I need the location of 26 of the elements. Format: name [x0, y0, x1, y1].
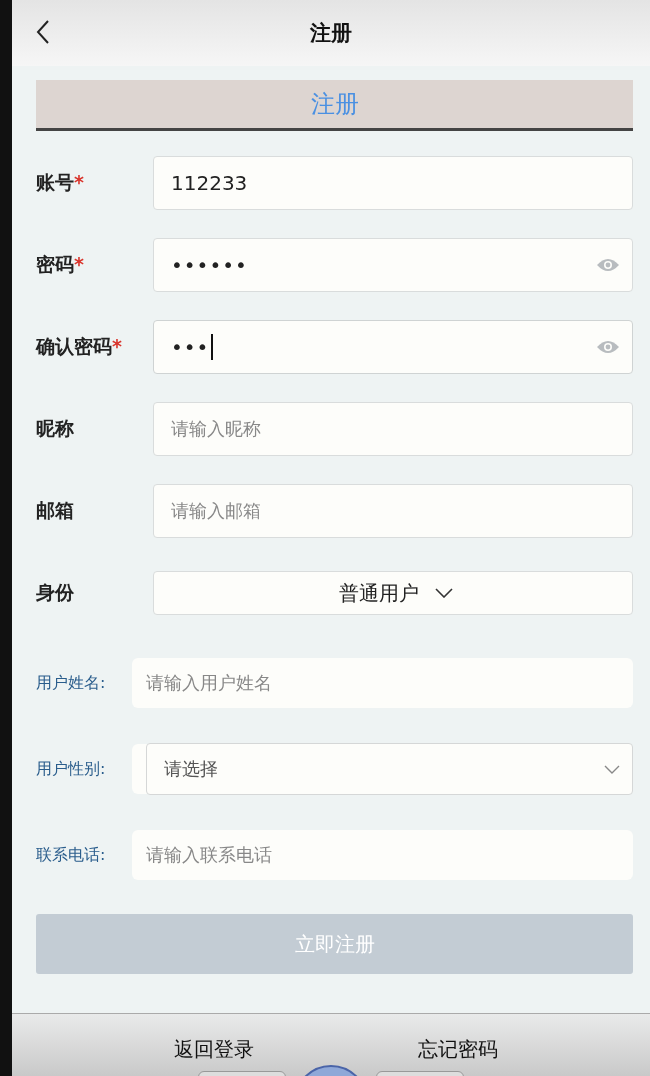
field-label: 账号* [36, 170, 85, 195]
chevron-down-icon [434, 588, 453, 598]
password-field[interactable]: ••• [153, 320, 633, 374]
input-field[interactable]: 请输入联系电话 [132, 830, 633, 880]
field-label: 用户姓名: [36, 672, 107, 694]
password-field[interactable]: •••••• [153, 238, 633, 292]
footer-link[interactable]: 返回登录 [174, 1036, 254, 1063]
field-label: 确认密码* [36, 334, 123, 359]
footer-link[interactable]: 忘记密码 [418, 1036, 498, 1063]
input-field[interactable]: 112233 [153, 156, 633, 210]
field-label: 密码* [36, 252, 85, 277]
page-title: 注册 [310, 20, 352, 47]
field-label: 用户性别: [36, 758, 107, 780]
identity-picker[interactable]: 普通用户 [153, 571, 633, 615]
field-label: 昵称 [36, 416, 75, 441]
back-icon[interactable] [36, 20, 50, 44]
field-label: 身份 [36, 580, 75, 605]
form-banner: 注册 [36, 80, 633, 131]
field-label: 邮箱 [36, 498, 75, 523]
input-field[interactable]: 请输入邮箱 [153, 484, 633, 538]
input-field[interactable]: 请输入昵称 [153, 402, 633, 456]
select-field[interactable]: 请选择 [146, 743, 633, 795]
text-cursor [211, 334, 214, 360]
chevron-down-icon [604, 764, 620, 774]
field-label: 联系电话: [36, 844, 107, 866]
input-field[interactable]: 请输入用户姓名 [132, 658, 633, 708]
